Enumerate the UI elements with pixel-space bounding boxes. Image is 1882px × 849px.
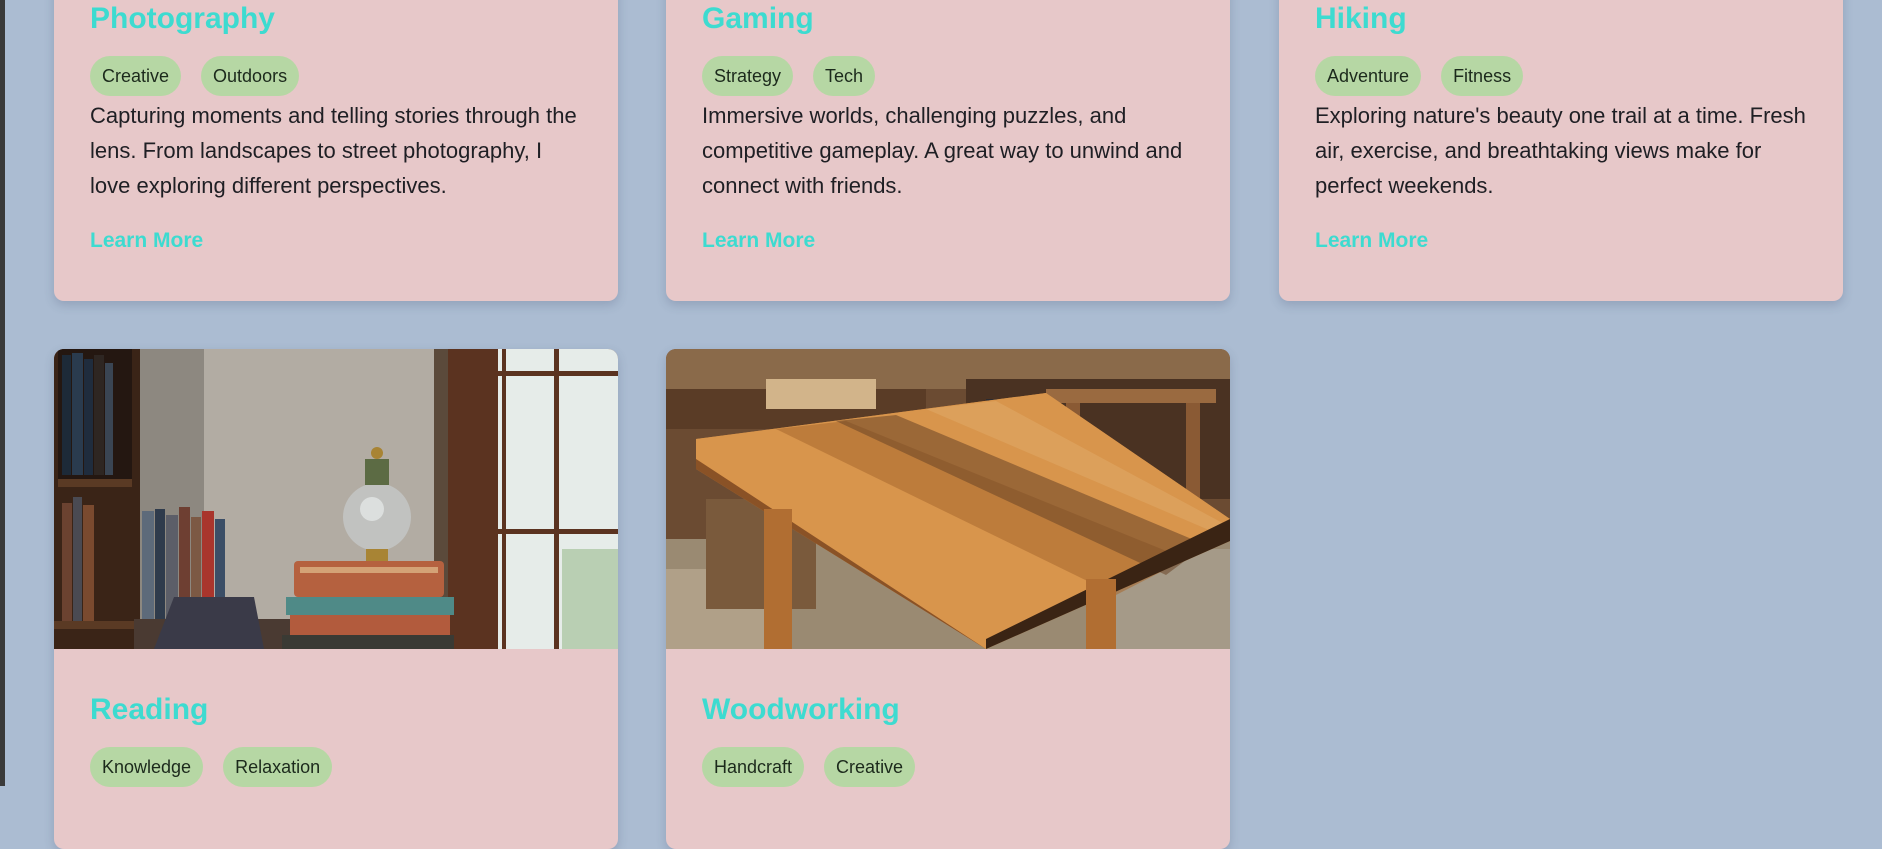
tag-badge: Relaxation xyxy=(223,747,333,787)
tag-badge: Knowledge xyxy=(90,747,204,787)
card-title: Hiking xyxy=(1315,2,1407,35)
card-tags: Strategy Tech xyxy=(702,56,1194,96)
tag-badge: Creative xyxy=(90,56,182,96)
card-tags: Handcraft Creative xyxy=(702,747,1194,787)
hobby-card-gaming: Gaming Strategy Tech Immersive worlds, c… xyxy=(666,0,1230,301)
card-title: Reading xyxy=(90,693,209,726)
tag-badge: Fitness xyxy=(1441,56,1524,96)
tag-badge: Handcraft xyxy=(702,747,805,787)
tag-badge: Adventure xyxy=(1315,56,1422,96)
hobby-card-woodworking: Woodworking Handcraft Creative xyxy=(666,349,1230,849)
tag-badge: Tech xyxy=(813,56,876,96)
tag-badge: Creative xyxy=(824,747,916,787)
hobby-card-hiking: Hiking Adventure Fitness Exploring natur… xyxy=(1279,0,1843,301)
learn-more-link[interactable]: Learn More xyxy=(90,229,203,253)
tag-badge: Outdoors xyxy=(201,56,300,96)
card-tags: Creative Outdoors xyxy=(90,56,582,96)
card-description: Immersive worlds, challenging puzzles, a… xyxy=(702,103,1183,198)
hobby-card-photography: Photography Creative Outdoors Capturing … xyxy=(54,0,618,301)
card-description: Exploring nature's beauty one trail at a… xyxy=(1315,103,1806,198)
reading-nook-image xyxy=(54,349,618,649)
learn-more-link[interactable]: Learn More xyxy=(1315,229,1428,253)
learn-more-link[interactable]: Learn More xyxy=(702,229,815,253)
card-title: Photography xyxy=(90,2,275,35)
tag-badge: Strategy xyxy=(702,56,794,96)
window-left-edge xyxy=(0,0,5,786)
card-title: Woodworking xyxy=(702,693,900,726)
card-tags: Knowledge Relaxation xyxy=(90,747,582,787)
card-description: Capturing moments and telling stories th… xyxy=(90,103,577,198)
woodworking-table-image xyxy=(666,349,1230,649)
hobby-card-grid: Photography Creative Outdoors Capturing … xyxy=(54,0,1844,849)
card-tags: Adventure Fitness xyxy=(1315,56,1807,96)
hobby-card-reading: Reading Knowledge Relaxation xyxy=(54,349,618,849)
card-title: Gaming xyxy=(702,2,814,35)
